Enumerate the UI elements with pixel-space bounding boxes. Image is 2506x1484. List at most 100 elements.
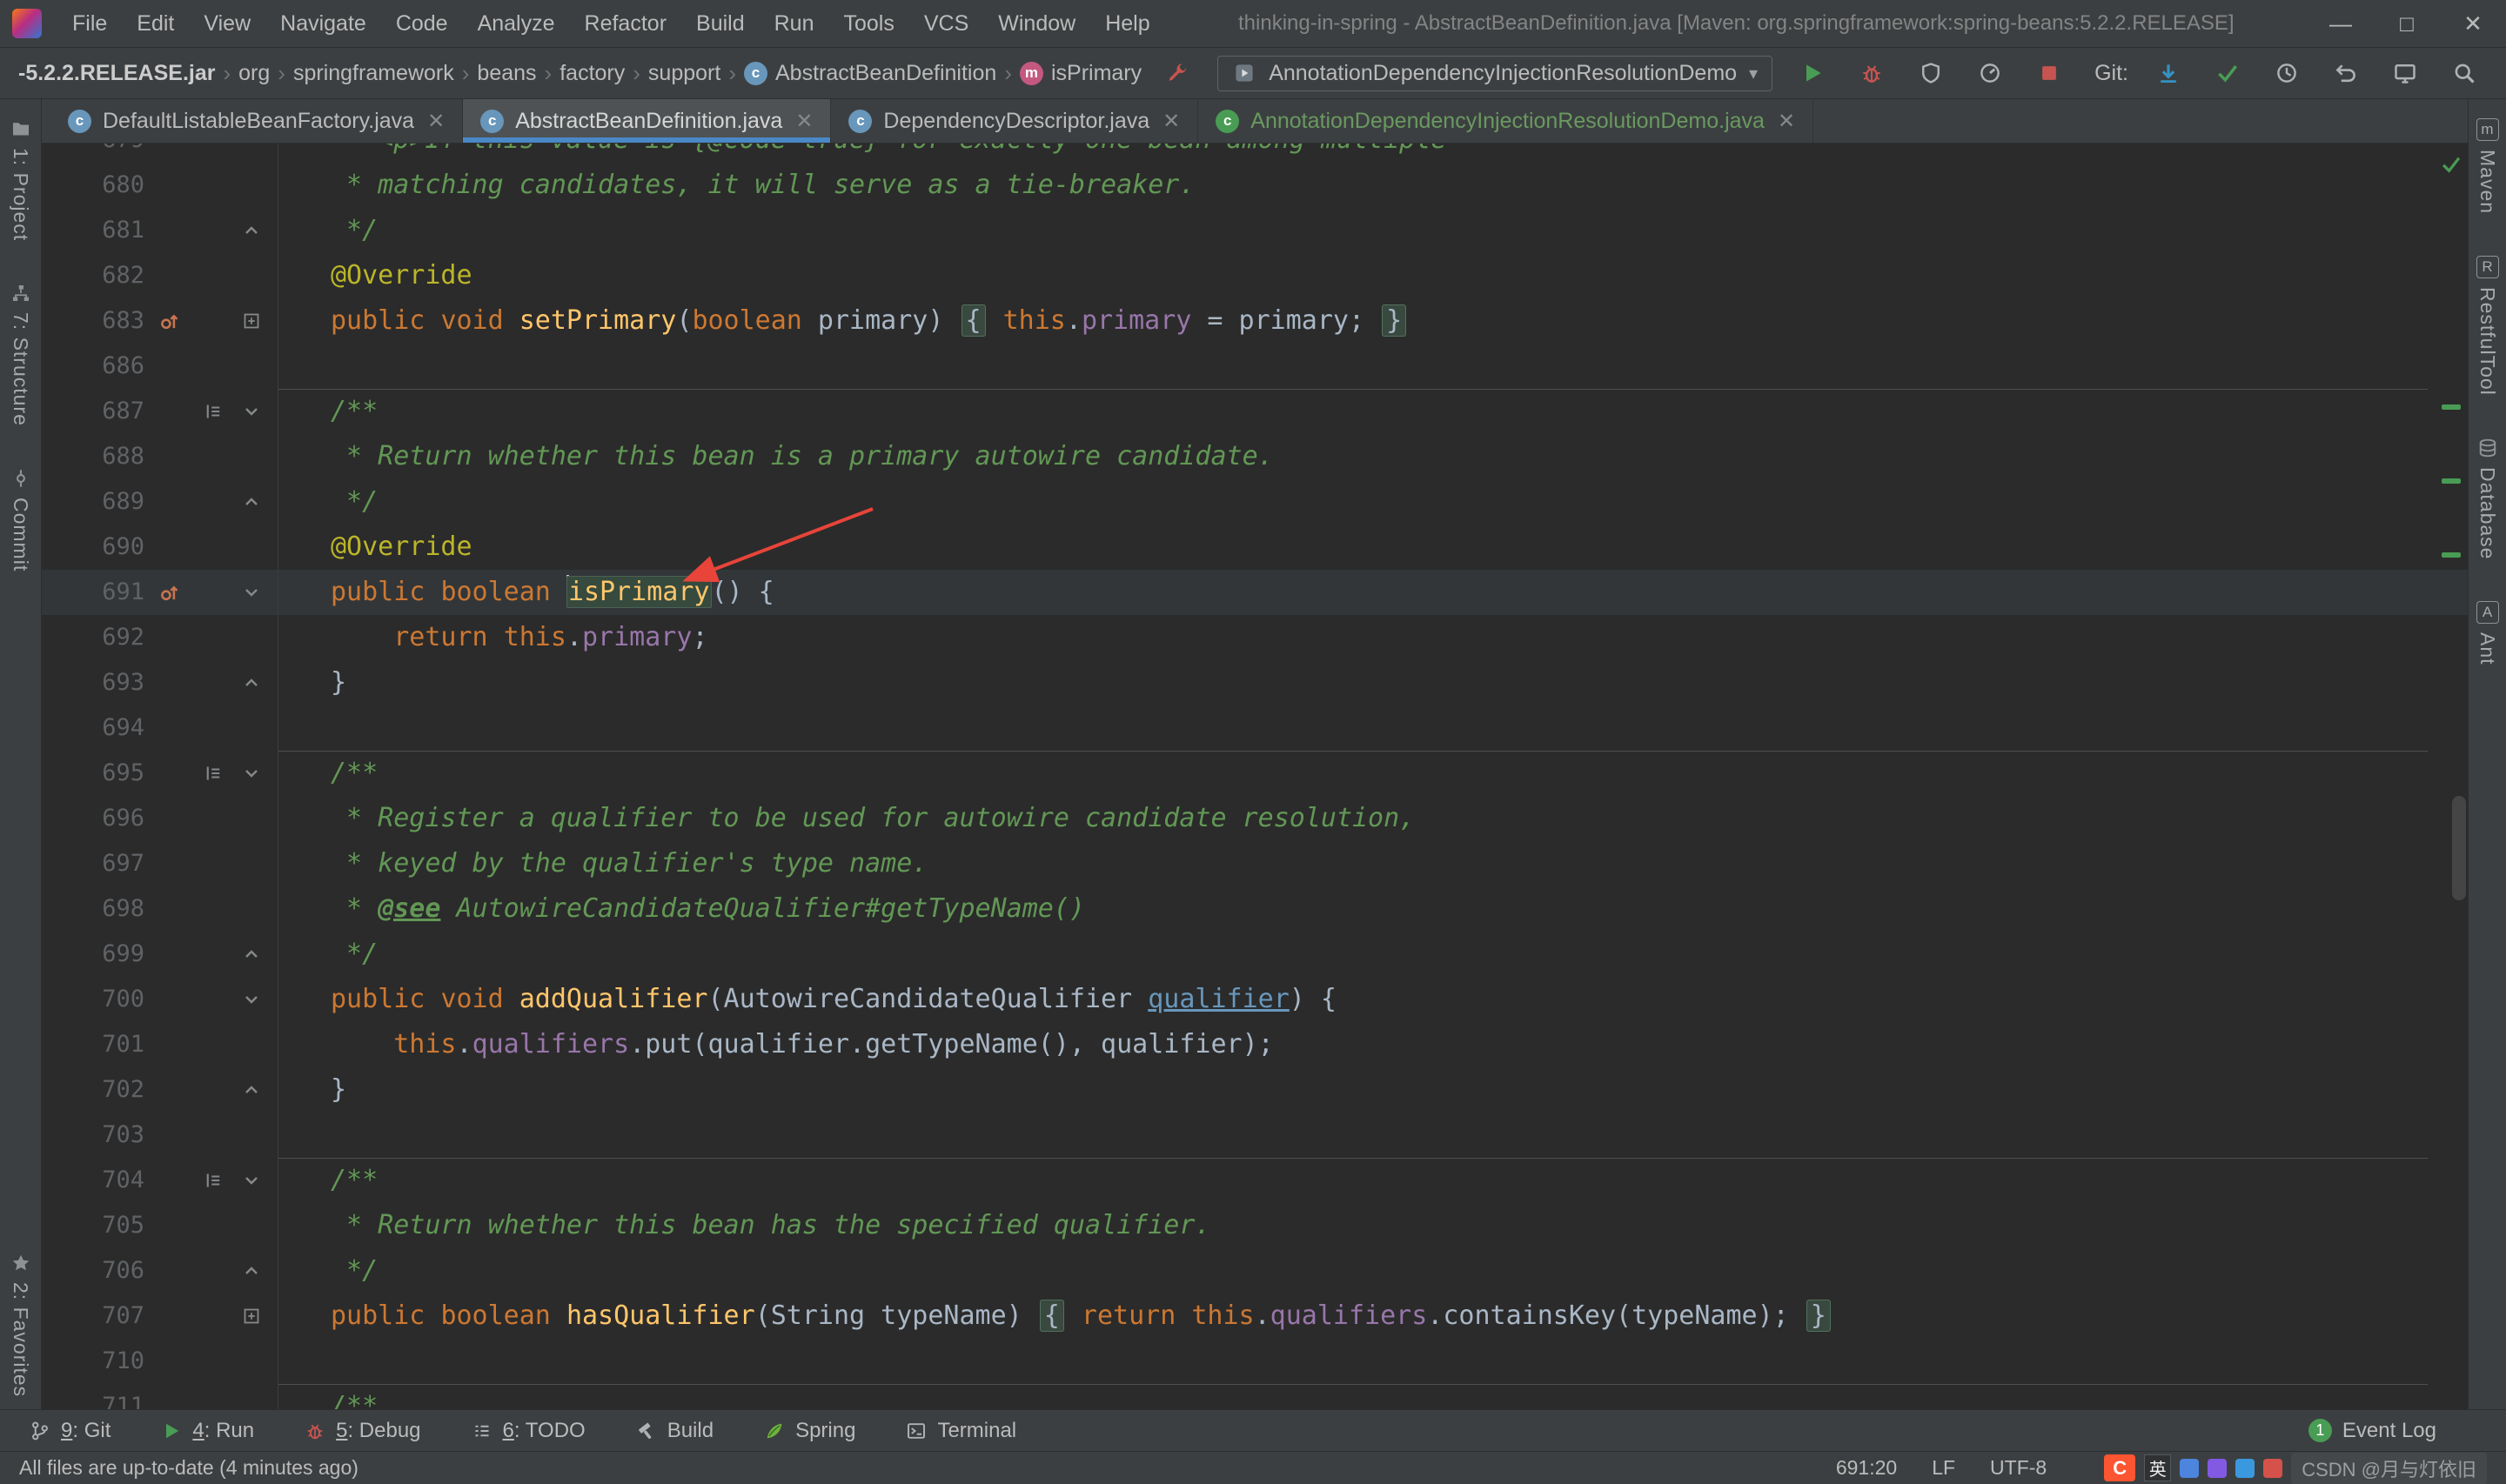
tab-annotationdependencyinjectionresolutiondemo-java[interactable]: c AnnotationDependencyInjectionResolution… — [1198, 99, 1814, 143]
toolwindow-button-database[interactable]: Database — [2476, 438, 2499, 559]
line-number[interactable]: 698 — [42, 886, 144, 932]
search-everywhere-button[interactable] — [2445, 54, 2483, 92]
line-number[interactable]: 699 — [42, 932, 144, 977]
breadcrumb-abstractbeandefinition[interactable]: c AbstractBeanDefinition — [738, 58, 1002, 89]
code-text[interactable]: /** — [278, 751, 2468, 796]
line-number[interactable]: 679 — [42, 144, 144, 163]
tab-close-icon[interactable]: ✕ — [795, 109, 813, 134]
toolwindow-button-commit[interactable]: Commit — [9, 468, 32, 572]
code-text[interactable]: @Override — [278, 253, 2468, 298]
line-number[interactable]: 707 — [42, 1293, 144, 1339]
profiler-button[interactable] — [1971, 54, 2009, 92]
menu-window[interactable]: Window — [983, 4, 1090, 43]
gutter-marker-slot[interactable] — [144, 310, 195, 332]
line-number[interactable]: 681 — [42, 208, 144, 253]
line-number[interactable]: 691 — [42, 570, 144, 615]
gutter-fold-slot[interactable] — [230, 220, 273, 241]
code-line-688[interactable]: 688 * Return whether this bean is a prim… — [42, 434, 2468, 479]
line-number[interactable]: 697 — [42, 841, 144, 886]
line-number[interactable]: 700 — [42, 977, 144, 1022]
line-number[interactable]: 705 — [42, 1203, 144, 1248]
menu-edit[interactable]: Edit — [122, 4, 189, 43]
menu-run[interactable]: Run — [760, 4, 829, 43]
code-text[interactable]: * Return whether this bean is a primary … — [278, 434, 2468, 479]
gutter-comment-fold-slot[interactable] — [195, 1170, 230, 1191]
run-button[interactable] — [1793, 54, 1832, 92]
gutter-fold-slot[interactable] — [230, 763, 273, 784]
revert-button[interactable] — [2327, 54, 2365, 92]
toolwindow-button-spring[interactable]: Spring — [764, 1419, 855, 1443]
code-text[interactable]: * Register a qualifier to be used for au… — [278, 796, 2468, 841]
code-line-695[interactable]: 695 /** — [42, 751, 2468, 796]
line-number[interactable]: 680 — [42, 163, 144, 208]
breadcrumb-springframework[interactable]: springframework — [287, 58, 460, 89]
breadcrumb-factory[interactable]: factory — [553, 58, 631, 89]
coverage-button[interactable] — [1912, 54, 1950, 92]
gutter-fold-slot[interactable] — [230, 672, 273, 693]
menu-file[interactable]: File — [57, 4, 122, 43]
code-text[interactable]: * matching candidates, it will serve as … — [278, 163, 2468, 208]
run-config-selector[interactable]: AnnotationDependencyInjectionResolutionD… — [1217, 55, 1773, 91]
menu-code[interactable]: Code — [381, 4, 463, 43]
code-text[interactable]: */ — [278, 1248, 2468, 1293]
breadcrumb-5-2-2-release-jar[interactable]: -5.2.2.RELEASE.jar — [12, 58, 221, 89]
code-text[interactable]: /** — [278, 389, 2468, 434]
code-line-705[interactable]: 705 * Return whether this bean has the s… — [42, 1203, 2468, 1248]
code-line-694[interactable]: 694 — [42, 705, 2468, 751]
line-number[interactable]: 687 — [42, 389, 144, 434]
code-line-711[interactable]: 711 /** — [42, 1384, 2468, 1409]
code-text[interactable]: /** — [278, 1158, 2468, 1203]
code-text[interactable]: public void setPrimary(boolean primary) … — [278, 298, 2468, 344]
line-number[interactable]: 686 — [42, 344, 144, 389]
inspection-ok-icon[interactable] — [2440, 152, 2462, 183]
line-number[interactable]: 682 — [42, 253, 144, 298]
code-line-696[interactable]: 696 * Register a qualifier to be used fo… — [42, 796, 2468, 841]
code-line-700[interactable]: 700 public void addQualifier(AutowireCand… — [42, 977, 2468, 1022]
code-line-706[interactable]: 706 */ — [42, 1248, 2468, 1293]
caret-position[interactable]: 691:20 — [1836, 1456, 1897, 1480]
gutter-marker-slot[interactable] — [144, 581, 195, 604]
code-line-686[interactable]: 686 — [42, 344, 2468, 389]
code-line-702[interactable]: 702} — [42, 1067, 2468, 1113]
gutter-fold-slot[interactable] — [230, 944, 273, 965]
code-text[interactable] — [278, 344, 2468, 389]
code-text[interactable]: public boolean hasQualifier(String typeN… — [278, 1293, 2468, 1339]
gutter-fold-slot[interactable] — [230, 491, 273, 512]
code-line-681[interactable]: 681 */ — [42, 208, 2468, 253]
toolwindow-button-2-favorites[interactable]: 2: Favorites — [9, 1253, 32, 1397]
code-line-680[interactable]: 680 * matching candidates, it will serve… — [42, 163, 2468, 208]
gutter-fold-slot[interactable] — [230, 582, 273, 603]
code-text[interactable]: * @see AutowireCandidateQualifier#getTyp… — [278, 886, 2468, 932]
line-number[interactable]: 696 — [42, 796, 144, 841]
code-editor[interactable]: 679 * <p>If this value is {@code true} f… — [42, 144, 2468, 1409]
code-line-697[interactable]: 697 * keyed by the qualifier's type name… — [42, 841, 2468, 886]
breadcrumb-org[interactable]: org — [232, 58, 276, 89]
menu-tools[interactable]: Tools — [828, 4, 908, 43]
breadcrumb-support[interactable]: support — [642, 58, 727, 89]
code-text[interactable]: public void addQualifier(AutowireCandida… — [278, 977, 2468, 1022]
menu-vcs[interactable]: VCS — [909, 4, 983, 43]
menu-help[interactable]: Help — [1090, 4, 1164, 43]
tab-close-icon[interactable]: ✕ — [1163, 109, 1180, 134]
stop-button[interactable] — [2030, 54, 2068, 92]
toolwindow-button-terminal[interactable]: Terminal — [906, 1419, 1016, 1443]
debug-button[interactable] — [1853, 54, 1891, 92]
code-line-679[interactable]: 679 * <p>If this value is {@code true} f… — [42, 144, 2468, 163]
presentation-button[interactable] — [2386, 54, 2424, 92]
line-number[interactable]: 695 — [42, 751, 144, 796]
file-encoding[interactable]: UTF-8 — [1990, 1456, 2047, 1480]
code-line-690[interactable]: 690 @Override — [42, 525, 2468, 570]
code-text[interactable]: this.qualifiers.put(qualifier.getTypeNam… — [278, 1022, 2468, 1067]
code-text[interactable] — [278, 705, 2468, 751]
code-text[interactable]: */ — [278, 479, 2468, 525]
line-number[interactable]: 692 — [42, 615, 144, 660]
code-line-691[interactable]: 691 public boolean isPrimary() { — [42, 570, 2468, 615]
toolwindow-button-6-todo[interactable]: 6: TODO — [472, 1419, 586, 1443]
code-text[interactable]: } — [278, 660, 2468, 705]
code-text[interactable] — [278, 1113, 2468, 1158]
toolwindow-button-ant[interactable]: A Ant — [2476, 601, 2499, 665]
tab-defaultlistablebeanfactory-java[interactable]: c DefaultListableBeanFactory.java ✕ — [50, 99, 464, 143]
code-text[interactable]: /** — [278, 1384, 2468, 1409]
line-number[interactable]: 703 — [42, 1113, 144, 1158]
tab-close-icon[interactable]: ✕ — [427, 109, 445, 134]
